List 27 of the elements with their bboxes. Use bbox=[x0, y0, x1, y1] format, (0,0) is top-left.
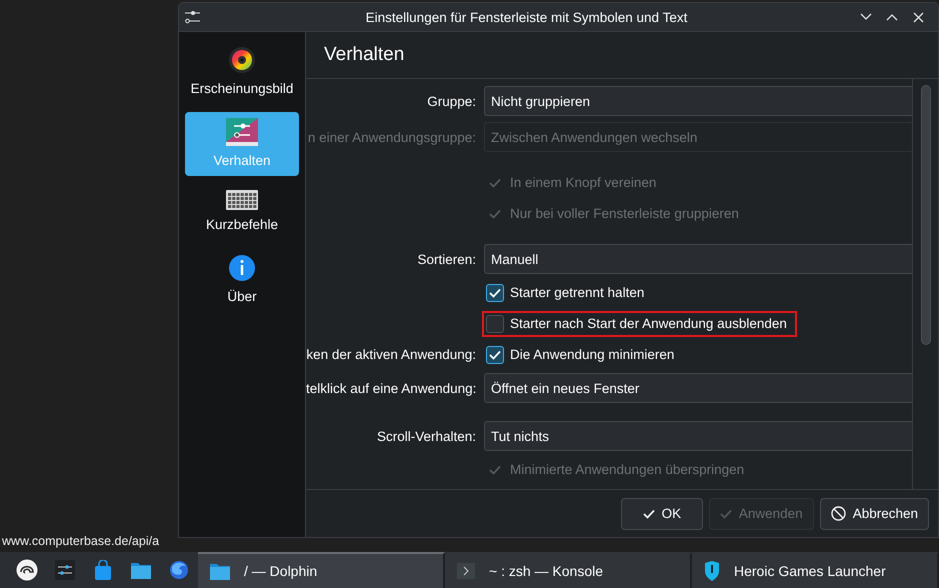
sidebar-item[interactable]: Über bbox=[185, 248, 299, 312]
page-title: Verhalten bbox=[306, 32, 938, 79]
field-label: Scroll-Verhalten: bbox=[376, 428, 476, 444]
task-button[interactable]: Heroic Games Launcher bbox=[692, 552, 939, 588]
window-title: Einstellungen für Fensterleiste mit Symbolen und Text bbox=[364, 10, 688, 24]
checkbox-label: In einem Knopf vereinen bbox=[510, 175, 656, 190]
field-label: n einer Anwendungsgruppe: bbox=[308, 130, 476, 144]
task-button[interactable]: / — Dolphin bbox=[198, 552, 445, 588]
field-label: Sortieren: bbox=[417, 252, 476, 266]
checkbox-label: Minimierte Anwendungen überspringen bbox=[510, 462, 744, 477]
checkbox-label: Nur bei voller Fensterleiste gruppieren bbox=[510, 206, 739, 221]
task-button[interactable]: ~ : zsh — Konsole bbox=[445, 552, 692, 588]
sidebar-item[interactable]: Erscheinungsbild bbox=[185, 40, 299, 104]
dialog-button[interactable]: Abbrechen bbox=[820, 498, 929, 530]
field-label: telklick auf eine Anwendung: bbox=[306, 380, 476, 396]
dialog-button[interactable]: OK bbox=[620, 498, 703, 530]
sidebar-item[interactable]: Kurzbefehle bbox=[185, 184, 299, 240]
checkbox-label: Starter getrennt halten bbox=[510, 285, 644, 300]
checkbox-label: Die Anwendung minimieren bbox=[510, 347, 674, 362]
checkbox-label: Starter nach Start der Anwendung ausblenden bbox=[510, 316, 787, 331]
field-label: ken der aktiven Anwendung: bbox=[306, 347, 476, 362]
link-url-text: www.computerbase.de/api/a bbox=[1, 534, 160, 550]
dropdown[interactable]: Tut nichts bbox=[484, 421, 912, 451]
dropdown[interactable]: Öffnet ein neues Fenster bbox=[484, 373, 912, 403]
dropdown[interactable]: Nicht gruppieren bbox=[484, 86, 912, 116]
field-label: Gruppe: bbox=[427, 94, 476, 108]
dropdown[interactable]: Manuell bbox=[484, 244, 912, 274]
